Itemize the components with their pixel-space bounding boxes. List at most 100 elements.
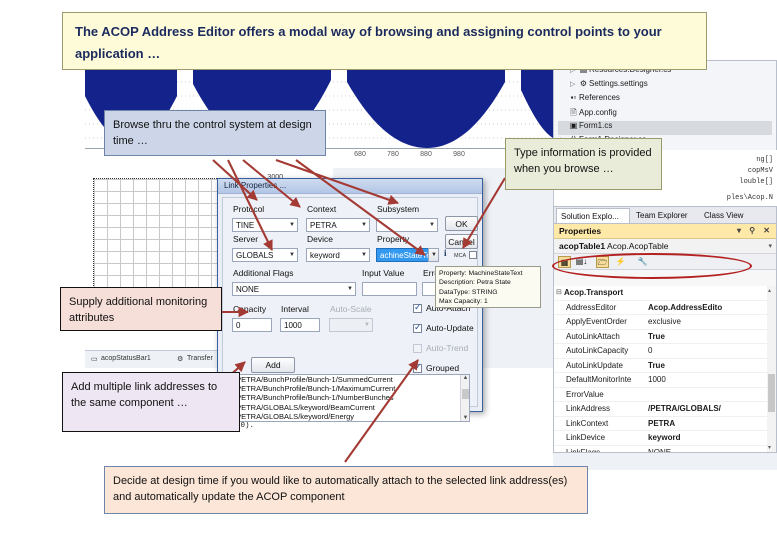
additional-flags-combobox[interactable]: NONE ▼ [232, 282, 356, 296]
listbox-scrollbar[interactable]: ▲ ▼ [460, 375, 469, 421]
list-item[interactable]: /PETRA/BunchProfile/Bunch-1/MaximumCurre… [231, 384, 469, 393]
property-key: AddressEditor [566, 302, 617, 312]
tab-solution-explorer[interactable]: Solution Explo... [556, 208, 630, 224]
scrollbar-thumb[interactable] [768, 374, 775, 412]
device-value: keyword [310, 251, 340, 260]
tree-item-label: Form1.cs [579, 121, 613, 130]
property-value[interactable]: 1000 [648, 375, 766, 384]
device-combobox[interactable]: keyword ▼ [306, 248, 370, 262]
code-fragment-line: ng[] [756, 156, 773, 164]
property-key: AutoLinkAttach [566, 331, 620, 341]
property-value[interactable]: Acop.AddressEdito [648, 303, 766, 312]
panel-tab-bar[interactable]: Solution Explo... Team Explorer Class Vi… [553, 206, 777, 224]
scroll-up-arrow-icon[interactable]: ▲ [463, 375, 469, 381]
property-value[interactable]: keyword [648, 433, 766, 442]
capacity-field[interactable]: 0 [232, 318, 272, 332]
input-value-field[interactable] [362, 282, 417, 296]
ok-button[interactable]: OK [445, 216, 478, 231]
property-row-autolinkupdate[interactable]: AutoLinkUpdate True [554, 359, 776, 373]
info-icon[interactable]: i [444, 248, 447, 258]
context-combobox[interactable]: PETRA ▼ [306, 218, 370, 232]
property-row-errorvalue[interactable]: ErrorValue [554, 388, 776, 402]
tree-item-appconfig[interactable]: 🗎 App.config [558, 107, 772, 121]
chevron-down-icon[interactable]: ▼ [361, 252, 367, 258]
property-key: AutoLinkCapacity [566, 346, 629, 355]
property-value[interactable]: /PETRA/GLOBALS/ [648, 404, 766, 413]
property-row-autolinkcapacity[interactable]: AutoLinkCapacity 0 [554, 344, 776, 359]
chevron-down-icon: ▼ [364, 322, 370, 328]
chevron-down-icon[interactable]: ▼ [289, 252, 295, 258]
property-row-linkflags[interactable]: LinkFlags NONE [554, 446, 776, 453]
property-row-addresseditor[interactable]: AddressEditor Acop.AddressEdito [554, 301, 776, 315]
tab-class-view[interactable]: Class View [700, 208, 756, 224]
list-item[interactable]: /PETRA/GLOBALS/keyword/Energy [231, 412, 469, 421]
list-item[interactable]: /PETRA/GLOBALS/keyword/BeamCurrent [231, 403, 469, 412]
tree-item-settings[interactable]: ▷ ⚙ Settings.settings [568, 79, 772, 93]
scroll-down-arrow-icon[interactable]: ▼ [463, 415, 469, 421]
mca-checkbox[interactable] [469, 251, 477, 259]
add-button[interactable]: Add [251, 357, 295, 373]
chevron-down-icon[interactable]: ▼ [429, 222, 435, 228]
auto-update-checkbox[interactable]: Auto-Update [413, 322, 474, 333]
property-row-applyeventorder[interactable]: ApplyEventOrder exclusive [554, 315, 776, 330]
checkbox-box[interactable] [413, 302, 422, 313]
property-row-autolinkattach[interactable]: AutoLinkAttach True [554, 330, 776, 344]
chevron-down-icon[interactable]: ▼ [361, 222, 367, 228]
property-key: DefaultMonitorInte [566, 375, 632, 384]
screenshot-root: 680 780 880 980 3000 2500 2000 1500 1000… [0, 0, 777, 548]
expander-icon[interactable]: ▷ [570, 80, 578, 88]
properties-category-row[interactable]: ⊟ Acop.Transport [554, 286, 776, 301]
panel-window-controls[interactable]: ▾ ⚲ ✕ [737, 226, 773, 235]
property-value[interactable]: PETRA [648, 419, 766, 428]
tree-item-label: References [579, 93, 620, 102]
label-subsystem: Subsystem [377, 204, 420, 214]
tab-team-explorer[interactable]: Team Explorer [632, 208, 698, 224]
link-address-listbox[interactable]: /PETRA/BunchProfile/Bunch-1/SummedCurren… [230, 374, 470, 422]
tooltip-property: Property: MachineStateText [439, 270, 523, 277]
properties-object-name: acopTable1 [559, 241, 606, 251]
label-interval: Interval [281, 304, 309, 314]
server-combobox[interactable]: GLOBALS ▼ [232, 248, 298, 262]
protocol-value: TINE [236, 221, 255, 230]
scrollbar-thumb[interactable] [462, 389, 469, 399]
chevron-down-icon[interactable]: ▾ [768, 242, 772, 250]
gear-icon: ⚙ [579, 79, 588, 88]
callout-decide: Decide at design time if you would like … [104, 466, 588, 514]
tree-item-form1[interactable]: ▣ Form1.cs [558, 121, 772, 135]
properties-grid[interactable]: ⊟ Acop.Transport AddressEditor Acop.Addr… [554, 286, 776, 452]
scroll-down-arrow-icon[interactable]: ▾ [768, 444, 771, 451]
property-value[interactable]: NONE [648, 448, 766, 453]
collapse-icon[interactable]: ⊟ [556, 288, 562, 296]
checkbox-box[interactable] [413, 322, 422, 333]
property-row-defaultmonitorinterval[interactable]: DefaultMonitorInte 1000 [554, 373, 776, 388]
property-value[interactable]: True [648, 332, 766, 341]
chevron-down-icon[interactable]: ▼ [431, 252, 437, 258]
list-item[interactable]: /PETRA/BunchProfile/Bunch-1/NumberBunche… [231, 393, 469, 402]
property-value[interactable]: True [648, 361, 766, 370]
property-value[interactable]: 0 [648, 346, 766, 355]
property-key: LinkFlags [566, 447, 601, 453]
property-row-linkcontext[interactable]: LinkContext PETRA [554, 417, 776, 431]
list-item[interactable]: /PETRA/BunchProfile/Bunch-1/SummedCurren… [231, 375, 469, 384]
tree-item-references[interactable]: ▪▫ References [558, 93, 772, 107]
cancel-button[interactable]: Cancel [445, 234, 478, 249]
protocol-combobox[interactable]: TINE ▼ [232, 218, 298, 232]
properties-object-selector[interactable]: acopTable1 Acop.AcopTable ▾ [554, 239, 776, 254]
solution-tree[interactable]: ▷▤Resources.Designer.cs ▷⚙Settings.setti… [558, 65, 772, 149]
property-row-linkdevice[interactable]: LinkDevice keyword [554, 431, 776, 446]
code-fragment-line: copMsV [747, 167, 773, 175]
checkbox-box[interactable] [413, 362, 422, 373]
additional-flags-value: NONE [236, 285, 260, 294]
chevron-down-icon[interactable]: ▼ [289, 222, 295, 228]
scroll-up-arrow-icon[interactable]: ▴ [768, 287, 771, 294]
property-dropdown-button[interactable]: ▼ [428, 248, 439, 262]
property-row-linkaddress[interactable]: LinkAddress /PETRA/GLOBALS/ [554, 402, 776, 417]
interval-field[interactable]: 1000 [280, 318, 320, 332]
chevron-down-icon[interactable]: ▼ [347, 286, 353, 292]
subsystem-combobox[interactable]: ▼ [376, 218, 438, 232]
x-tick-label: 680 [354, 151, 366, 158]
properties-grid-scrollbar[interactable]: ▴ ▾ [767, 286, 776, 452]
label-server: Server [233, 234, 259, 244]
property-value[interactable]: exclusive [648, 317, 766, 326]
checkbox-box [413, 344, 422, 353]
